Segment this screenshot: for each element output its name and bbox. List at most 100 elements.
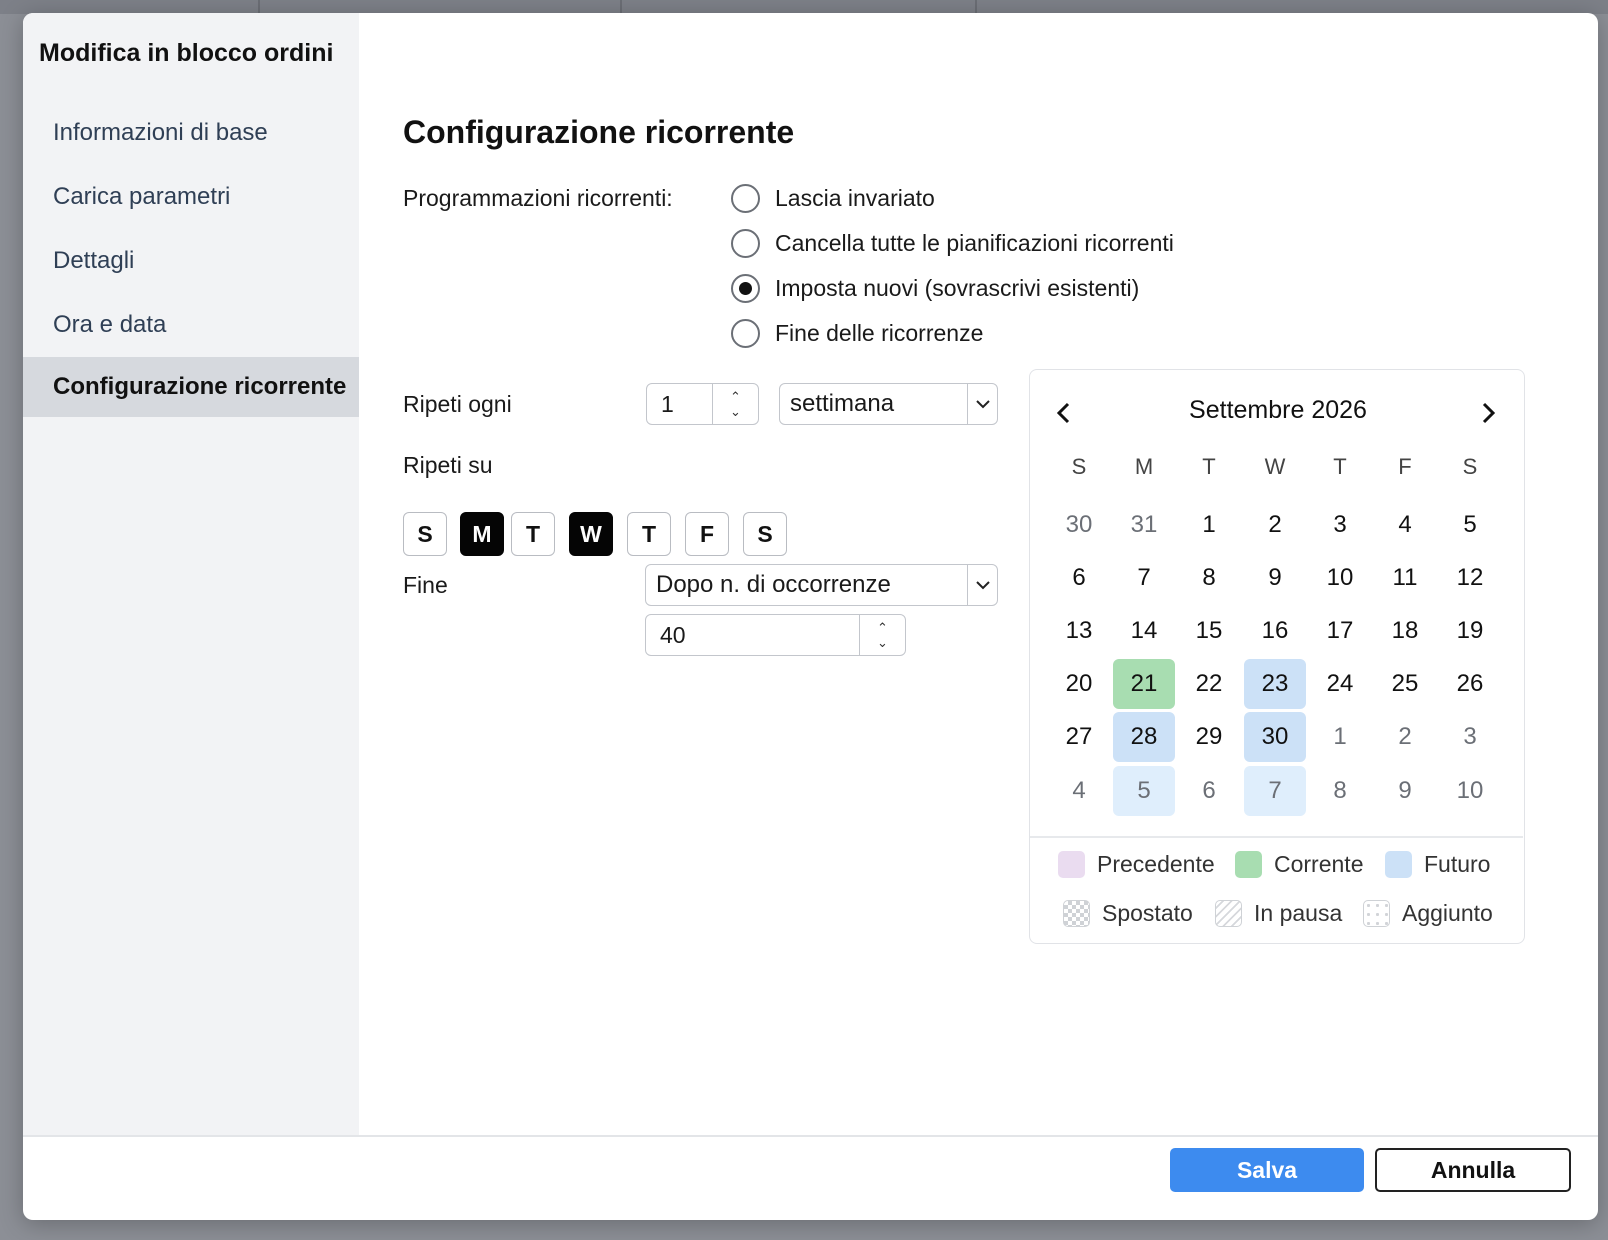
calendar-day[interactable]: 10: [1309, 553, 1371, 603]
calendar-day[interactable]: 6: [1048, 553, 1110, 603]
radio-set-new[interactable]: Imposta nuovi (sovrascrivi esistenti): [731, 271, 1139, 305]
calendar-day[interactable]: 31: [1113, 500, 1175, 550]
calendar-day[interactable]: 4: [1374, 500, 1436, 550]
calendar-month-title: Settembre 2026: [1189, 396, 1367, 424]
legend-label: Corrente: [1274, 851, 1364, 877]
legend-swatch-added: [1363, 900, 1390, 927]
calendar-day[interactable]: 16: [1244, 606, 1306, 656]
repeat-interval-value[interactable]: 1: [647, 384, 712, 424]
cancel-button[interactable]: Annulla: [1375, 1148, 1571, 1192]
weekday-wednesday-button[interactable]: W: [569, 512, 613, 556]
chevron-down-icon[interactable]: [967, 384, 997, 424]
next-month-button[interactable]: [1474, 398, 1504, 428]
calendar-day[interactable]: 26: [1439, 659, 1501, 709]
calendar-day[interactable]: 12: [1439, 553, 1501, 603]
calendar-day[interactable]: 20: [1048, 659, 1110, 709]
calendar-day[interactable]: 5: [1439, 500, 1501, 550]
chevron-right-icon: [1482, 402, 1496, 424]
calendar-day[interactable]: 1: [1309, 712, 1371, 762]
calendar-day[interactable]: 4: [1048, 766, 1110, 816]
calendar-day[interactable]: 25: [1374, 659, 1436, 709]
background-app-toolbar: [0, 0, 1608, 14]
weekday-header: F: [1398, 454, 1412, 479]
recurring-schedules-label: Programmazioni ricorrenti:: [403, 185, 673, 211]
calendar-day[interactable]: 10: [1439, 766, 1501, 816]
legend-item-added: Aggiunto: [1363, 900, 1493, 927]
repeat-interval-stepper[interactable]: 1 ⌃ ⌄: [646, 383, 759, 425]
calendar-day[interactable]: 30: [1048, 500, 1110, 550]
calendar-day[interactable]: 5: [1113, 766, 1175, 816]
weekday-friday-button[interactable]: F: [685, 512, 729, 556]
repeat-unit-select[interactable]: settimana: [779, 383, 998, 425]
calendar-day[interactable]: 9: [1244, 553, 1306, 603]
calendar-day[interactable]: 15: [1178, 606, 1240, 656]
calendar-day[interactable]: 1: [1178, 500, 1240, 550]
end-label: Fine: [403, 572, 448, 598]
calendar-day[interactable]: 29: [1178, 712, 1240, 762]
calendar-day[interactable]: 11: [1374, 553, 1436, 603]
radio-clear-all[interactable]: Cancella tutte le pianificazioni ricorre…: [731, 226, 1174, 260]
end-mode-select[interactable]: Dopo n. di occorrenze: [645, 564, 998, 606]
calendar-day[interactable]: 18: [1374, 606, 1436, 656]
legend-item-previous: Precedente: [1058, 851, 1215, 878]
dialog-content: Configurazione ricorrente Programmazioni…: [359, 13, 1598, 1135]
legend-item-moved: Spostato: [1063, 900, 1193, 927]
save-button[interactable]: Salva: [1170, 1148, 1364, 1192]
radio-circle-checked: [731, 273, 760, 303]
calendar-preview: Settembre 2026 SMTWTFS 30 31 1 2 3 4 5 6 7 8 9 10 11…: [1029, 369, 1525, 944]
weekday-tuesday-button[interactable]: T: [511, 512, 555, 556]
calendar-day[interactable]: 22: [1178, 659, 1240, 709]
sidebar-item-basic-info[interactable]: Informazioni di base: [23, 103, 359, 163]
legend-label: In pausa: [1254, 900, 1343, 926]
calendar-day[interactable]: 28: [1113, 712, 1175, 762]
calendar-day[interactable]: 24: [1309, 659, 1371, 709]
calendar-day[interactable]: 8: [1309, 766, 1371, 816]
calendar-day[interactable]: 19: [1439, 606, 1501, 656]
weekday-saturday-button[interactable]: S: [743, 512, 787, 556]
radio-end-recurrences[interactable]: Fine delle ricorrenze: [731, 316, 983, 350]
chevron-up-icon[interactable]: ⌃: [877, 620, 888, 635]
background-divider: [258, 0, 260, 14]
legend-swatch-previous: [1058, 851, 1085, 878]
legend-item-current: Corrente: [1235, 851, 1363, 878]
calendar-day[interactable]: 6: [1178, 766, 1240, 816]
weekday-thursday-button[interactable]: T: [627, 512, 671, 556]
calendar-day[interactable]: 21: [1113, 659, 1175, 709]
calendar-day[interactable]: 2: [1374, 712, 1436, 762]
calendar-day[interactable]: 3: [1309, 500, 1371, 550]
weekday-monday-button[interactable]: M: [460, 512, 504, 556]
chevron-down-icon[interactable]: [967, 565, 997, 605]
end-mode-value: Dopo n. di occorrenze: [656, 571, 891, 598]
calendar-day[interactable]: 9: [1374, 766, 1436, 816]
calendar-day[interactable]: 7: [1113, 553, 1175, 603]
radio-leave-unchanged[interactable]: Lascia invariato: [731, 181, 935, 215]
chevron-down-icon[interactable]: ⌄: [730, 404, 741, 419]
legend-item-paused: In pausa: [1215, 900, 1342, 927]
weekday-header: S: [1071, 454, 1087, 479]
chevron-down-icon[interactable]: ⌄: [877, 635, 888, 650]
weekday-header: W: [1264, 454, 1286, 479]
calendar-day[interactable]: 13: [1048, 606, 1110, 656]
chevron-up-icon[interactable]: ⌃: [730, 389, 741, 404]
calendar-day[interactable]: 23: [1244, 659, 1306, 709]
sidebar-item-details[interactable]: Dettagli: [23, 231, 359, 291]
calendar-day[interactable]: 7: [1244, 766, 1306, 816]
sidebar-item-time-date[interactable]: Ora e data: [23, 295, 359, 355]
legend-label: Aggiunto: [1402, 900, 1493, 926]
occurrences-stepper[interactable]: 40 ⌃ ⌄: [645, 614, 906, 656]
sidebar-item-load-params[interactable]: Carica parametri: [23, 167, 359, 227]
calendar-day[interactable]: 27: [1048, 712, 1110, 762]
weekday-sunday-button[interactable]: S: [403, 512, 447, 556]
calendar-day[interactable]: 17: [1309, 606, 1371, 656]
sidebar-item-recurring-config[interactable]: Configurazione ricorrente: [23, 357, 359, 417]
occurrences-value[interactable]: 40: [646, 615, 859, 655]
calendar-day[interactable]: 8: [1178, 553, 1240, 603]
background-divider: [975, 0, 977, 14]
calendar-day[interactable]: 30: [1244, 712, 1306, 762]
stepper-arrows[interactable]: ⌃ ⌄: [859, 615, 905, 655]
stepper-arrows[interactable]: ⌃ ⌄: [712, 384, 758, 424]
calendar-day[interactable]: 3: [1439, 712, 1501, 762]
weekday-header: M: [1134, 454, 1154, 479]
calendar-day[interactable]: 2: [1244, 500, 1306, 550]
calendar-day[interactable]: 14: [1113, 606, 1175, 656]
